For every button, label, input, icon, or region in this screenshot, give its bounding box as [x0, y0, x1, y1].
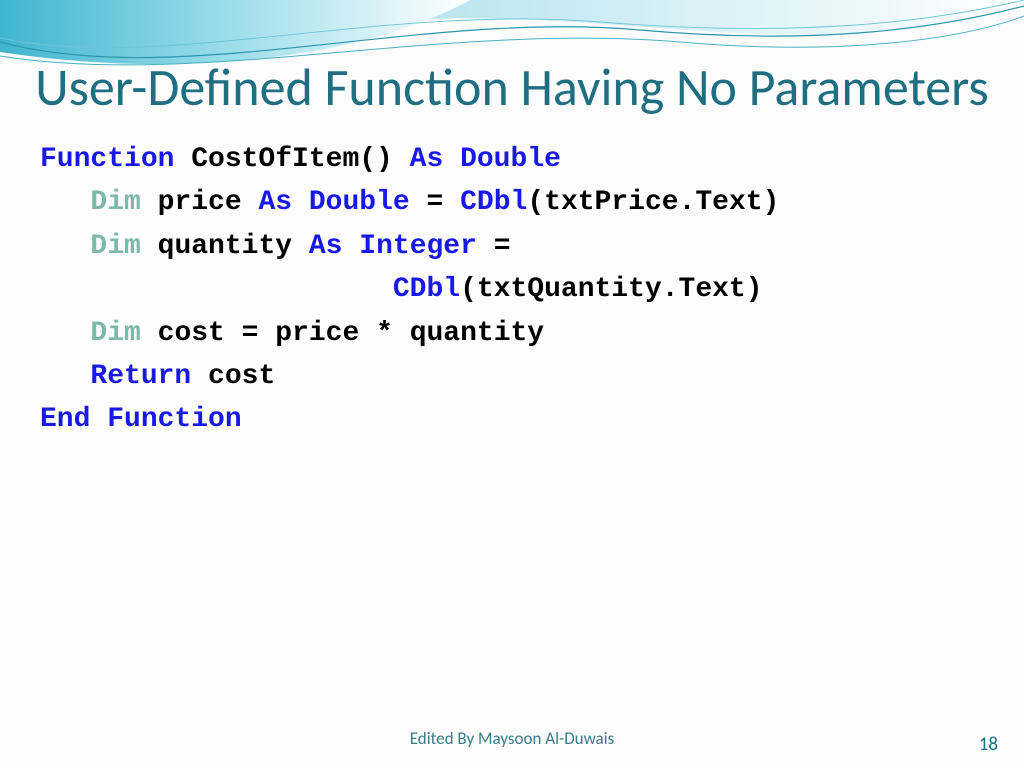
fn-cdbl: CDbl: [393, 274, 460, 305]
indent: [40, 187, 90, 218]
var-cost: cost = price * quantity: [141, 318, 544, 349]
var-price: price: [141, 187, 259, 218]
fn-cdbl: CDbl: [460, 187, 527, 218]
kw-as-double-2: As Double: [258, 187, 409, 218]
ret-body: cost: [191, 361, 275, 392]
slide-title: User-Defined Function Having No Paramete…: [0, 0, 1024, 120]
var-qty: quantity: [141, 231, 309, 262]
eq: =: [477, 231, 527, 262]
cont-indent: [40, 274, 393, 305]
kw-dim: Dim: [90, 318, 140, 349]
eq: =: [410, 187, 460, 218]
page-number: 18: [979, 733, 998, 756]
arg-qty: (txtQuantity.Text): [460, 274, 762, 305]
kw-as-integer: As Integer: [309, 231, 477, 262]
indent: [40, 231, 90, 262]
indent: [40, 318, 90, 349]
fn-name: CostOfItem(): [174, 144, 409, 175]
kw-end-function: End Function: [40, 404, 242, 435]
kw-return: Return: [90, 361, 191, 392]
footer-credit: Edited By Maysoon Al-Duwais: [0, 728, 1024, 756]
indent: [40, 361, 90, 392]
kw-dim: Dim: [90, 231, 140, 262]
kw-dim: Dim: [90, 187, 140, 218]
arg-price: (txtPrice.Text): [527, 187, 779, 218]
kw-function: Function: [40, 144, 174, 175]
code-sample: Function CostOfItem() As Double Dim pric…: [40, 138, 984, 442]
kw-as-double: As Double: [410, 144, 561, 175]
